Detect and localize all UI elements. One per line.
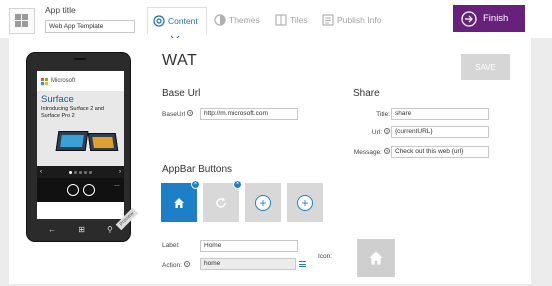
preview-appbar-home-icon <box>66 184 79 196</box>
tab-themes[interactable]: Themes <box>214 11 260 29</box>
phone-speaker <box>74 58 86 60</box>
top-bar: App title Web App Template Content Theme… <box>0 0 552 41</box>
arrow-right-circle-icon <box>461 10 477 27</box>
save-button[interactable]: SAVE <box>461 54 510 80</box>
themes-tab-icon <box>214 14 226 26</box>
share-url-input[interactable]: {currentURL} <box>391 126 489 138</box>
tab-publish-info-label: Publish Info <box>337 15 382 25</box>
share-message-input[interactable]: Check out this web {url} <box>391 146 489 158</box>
help-icon[interactable]: ? <box>187 110 194 116</box>
help-icon[interactable]: ? <box>384 128 390 134</box>
tab-tiles-label: Tiles <box>290 15 308 25</box>
preview-carousel-nav: ‹ › <box>37 166 124 178</box>
appbar-label-label: Label: <box>162 242 180 249</box>
chevron-left-icon: ‹ <box>40 169 42 175</box>
help-icon[interactable]: ? <box>183 261 190 267</box>
add-appbar-button[interactable]: + <box>287 183 323 222</box>
help-icon[interactable]: ? <box>384 148 390 154</box>
preview-hero: Surface Introducing Surface 2 and Surfac… <box>37 91 124 166</box>
tab-publish-info[interactable]: Publish Info <box>322 11 381 29</box>
share-title-input[interactable]: share <box>391 108 489 120</box>
appbar-button-refresh[interactable]: × <box>203 180 242 222</box>
tab-content-label: Content <box>168 16 198 26</box>
tab-themes-label: Themes <box>229 15 260 25</box>
base-url-label: BaseUrl? <box>162 110 194 118</box>
add-icon: + <box>297 194 313 211</box>
surface-pro-device-image <box>87 133 119 151</box>
appbar-buttons-heading: AppBar Buttons <box>162 164 233 175</box>
home-icon <box>369 251 383 265</box>
finish-label: Finish <box>483 13 509 24</box>
microsoft-logo-icon <box>41 77 48 85</box>
phone-hardware-keys: ← ⊞ ⚲ <box>37 225 124 234</box>
refresh-icon <box>216 197 226 208</box>
surface-device-image <box>55 131 89 151</box>
tab-content[interactable]: Content <box>147 7 207 41</box>
appbar-button-home[interactable]: × <box>161 180 200 222</box>
appbar-action-label: Action:? <box>162 261 190 269</box>
windows-logo-icon[interactable] <box>9 8 35 34</box>
tab-tiles[interactable]: Tiles <box>275 11 308 29</box>
preview-header: Microsoft <box>37 71 124 91</box>
preview-appbar: … <box>37 178 124 202</box>
add-appbar-button[interactable]: + <box>245 183 281 222</box>
search-key-icon: ⚲ <box>107 225 113 234</box>
remove-button-icon[interactable]: × <box>191 180 200 189</box>
share-heading: Share <box>353 88 380 99</box>
finish-button[interactable]: Finish <box>453 5 525 32</box>
tiles-tab-icon <box>275 14 287 26</box>
preview-brand: Microsoft <box>51 78 76 84</box>
app-title-label: App title <box>45 5 76 15</box>
share-message-label: Message:? <box>353 148 390 156</box>
appbar-label-input[interactable]: Home <box>200 240 298 252</box>
appbar-icon-picker[interactable] <box>357 239 395 277</box>
page-title: WAT <box>162 52 198 69</box>
share-title-label: Title: <box>376 111 390 118</box>
base-url-heading: Base Url <box>162 88 201 99</box>
publish-info-tab-icon <box>322 14 334 26</box>
chevron-right-icon: › <box>119 169 121 175</box>
app-title-input[interactable]: Web App Template <box>45 20 135 33</box>
share-url-label: Url:? <box>371 128 390 136</box>
list-icon[interactable] <box>299 261 306 267</box>
phone-screen: Microsoft Surface Introducing Surface 2 … <box>37 71 124 219</box>
content-tab-icon <box>153 15 165 27</box>
home-icon <box>174 197 184 208</box>
preview-hero-text: Introducing Surface 2 and Surface Pro 2 <box>41 106 104 119</box>
appbar-action-select[interactable]: home <box>200 258 296 270</box>
preview-hero-title: Surface <box>41 94 74 105</box>
more-icon: … <box>114 182 120 188</box>
phone-preview: Microsoft Surface Introducing Surface 2 … <box>26 52 139 242</box>
carousel-dots <box>69 170 92 174</box>
add-icon: + <box>255 194 271 211</box>
back-key-icon: ← <box>48 225 57 234</box>
preview-appbar-refresh-icon <box>82 184 95 196</box>
appbar-icon-label: Icon: <box>318 253 333 260</box>
base-url-input[interactable]: http://m.microsoft.com <box>200 108 298 120</box>
remove-button-icon[interactable]: × <box>233 180 242 189</box>
start-key-icon: ⊞ <box>78 225 85 234</box>
